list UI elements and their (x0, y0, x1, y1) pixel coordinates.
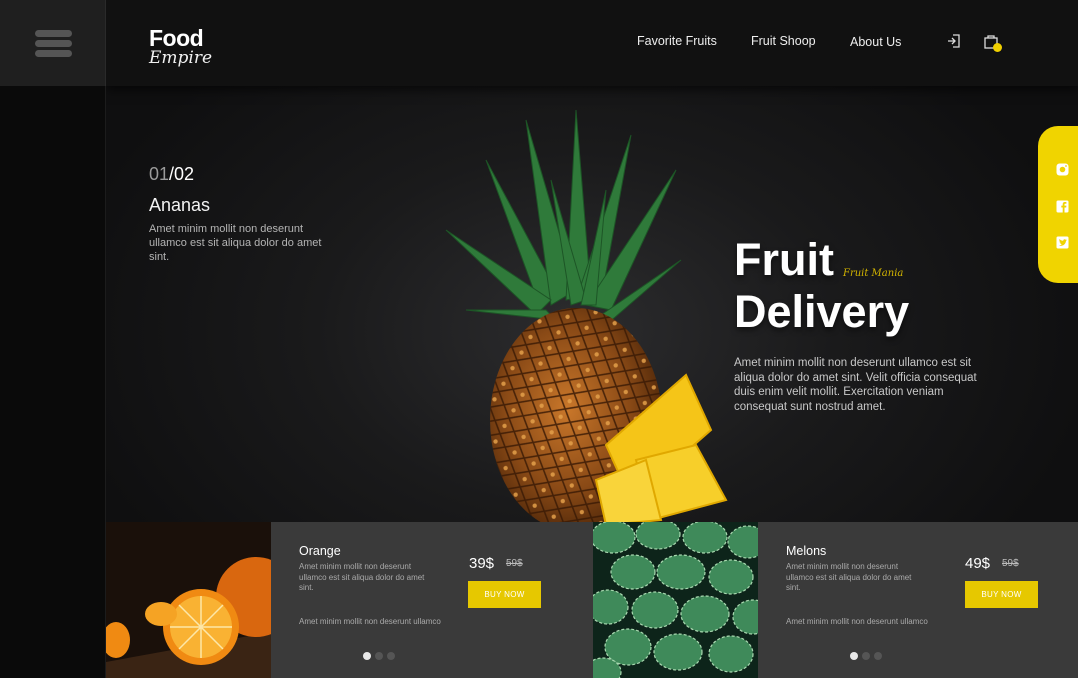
nav-about-us[interactable]: About Us (850, 35, 901, 49)
card-description: Amet minim mollit non deserunt ullamco e… (786, 562, 912, 592)
social-bar (1038, 126, 1078, 283)
product-strip: Orange Amet minim mollit non deserunt ul… (106, 522, 1078, 678)
card-footer-text: Amet minim mollit non deserunt ullamco (786, 617, 928, 626)
hero-description: Amet minim mollit non deserunt ullamco e… (734, 357, 977, 413)
login-icon[interactable] (946, 33, 962, 49)
card-title: Melons (786, 544, 827, 558)
twitter-icon[interactable] (1056, 236, 1069, 249)
carousel-dots (363, 647, 399, 665)
card-old-price: 59$ (506, 558, 523, 569)
hero-title: Fruit Delivery (734, 234, 909, 338)
card-old-price: 59$ (1002, 558, 1019, 569)
hero-script-tag: Fruit Mania (843, 268, 904, 279)
instagram-icon[interactable] (1056, 163, 1069, 176)
orange-photo (106, 522, 271, 678)
hamburger-menu-button[interactable] (0, 0, 106, 86)
main-area: Food Empire Favorite Fruits Fruit Shoop … (106, 0, 1078, 678)
slide-total: /02 (169, 164, 195, 184)
hero-title-line2: Delivery (734, 286, 910, 337)
carousel-dot[interactable] (363, 652, 371, 660)
card-description: Amet minim mollit non deserunt ullamco e… (299, 562, 425, 592)
slide-current: 01 (149, 164, 170, 184)
card-price: 39$ (469, 555, 495, 572)
facebook-icon[interactable] (1056, 200, 1069, 213)
watermelon-photo (593, 522, 758, 678)
card-price: 49$ (965, 555, 991, 572)
pineapple-image (445, 109, 728, 530)
product-card-melons: Melons Amet minim mollit non deserunt ul… (758, 522, 1078, 678)
card-title: Orange (299, 544, 341, 558)
header: Food Empire Favorite Fruits Fruit Shoop … (106, 0, 1078, 86)
carousel-dots (850, 647, 886, 665)
logo-script: Empire (149, 48, 213, 68)
carousel-dot[interactable] (862, 652, 870, 660)
cart-badge (993, 43, 1002, 52)
product-description: Amet minim mollit non deserunt ullamco e… (149, 223, 322, 263)
slide-counter: 01/02 (149, 164, 194, 185)
carousel-dot[interactable] (850, 652, 858, 660)
nav-favorite-fruits[interactable]: Favorite Fruits (637, 34, 717, 48)
product-card-orange: Orange Amet minim mollit non deserunt ul… (271, 522, 593, 678)
product-name: Ananas (149, 195, 211, 215)
buy-now-button[interactable]: BUY NOW (468, 581, 541, 608)
carousel-dot[interactable] (387, 652, 395, 660)
buy-now-button[interactable]: BUY NOW (965, 581, 1038, 608)
carousel-dot[interactable] (874, 652, 882, 660)
card-footer-text: Amet minim mollit non deserunt ullamco (299, 617, 441, 626)
carousel-dot[interactable] (375, 652, 383, 660)
sidebar (0, 0, 106, 678)
nav-fruit-shop[interactable]: Fruit Shoop (751, 34, 816, 48)
